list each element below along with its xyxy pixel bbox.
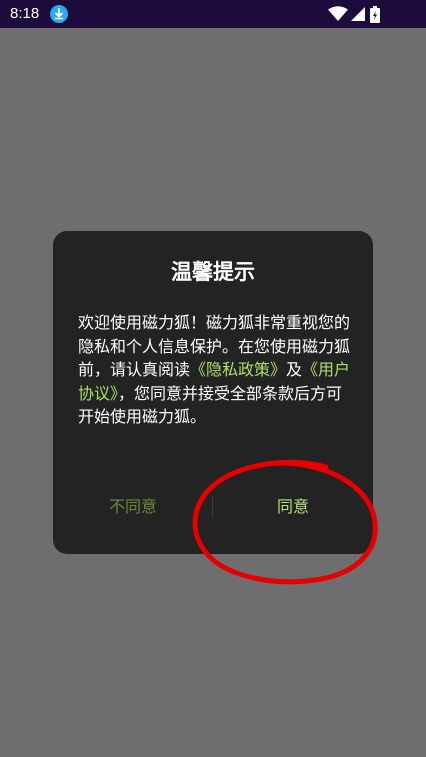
privacy-dialog: 温馨提示 欢迎使用磁力狐！磁力狐非常重视您的隐私和个人信息保护。在您使用磁力狐前…	[53, 231, 373, 554]
dialog-body: 欢迎使用磁力狐！磁力狐非常重视您的隐私和个人信息保护。在您使用磁力狐前，请认真阅…	[78, 311, 353, 429]
status-bar: 8:18	[0, 0, 426, 28]
download-icon	[50, 5, 68, 23]
dialog-title: 温馨提示	[171, 260, 255, 284]
status-icons	[328, 6, 398, 23]
body-text-2: ，您同意并接受全部条款后方可开始使用磁力狐。	[78, 383, 343, 427]
agree-button[interactable]: 同意	[213, 492, 373, 522]
body-and: 及	[286, 360, 303, 379]
signal-icon	[350, 6, 366, 22]
privacy-policy-link[interactable]: 《隐私政策》	[190, 360, 286, 379]
battery-icon	[370, 6, 380, 23]
wifi-icon	[328, 6, 348, 22]
status-time: 8:18	[10, 5, 40, 22]
disagree-button[interactable]: 不同意	[53, 492, 213, 522]
